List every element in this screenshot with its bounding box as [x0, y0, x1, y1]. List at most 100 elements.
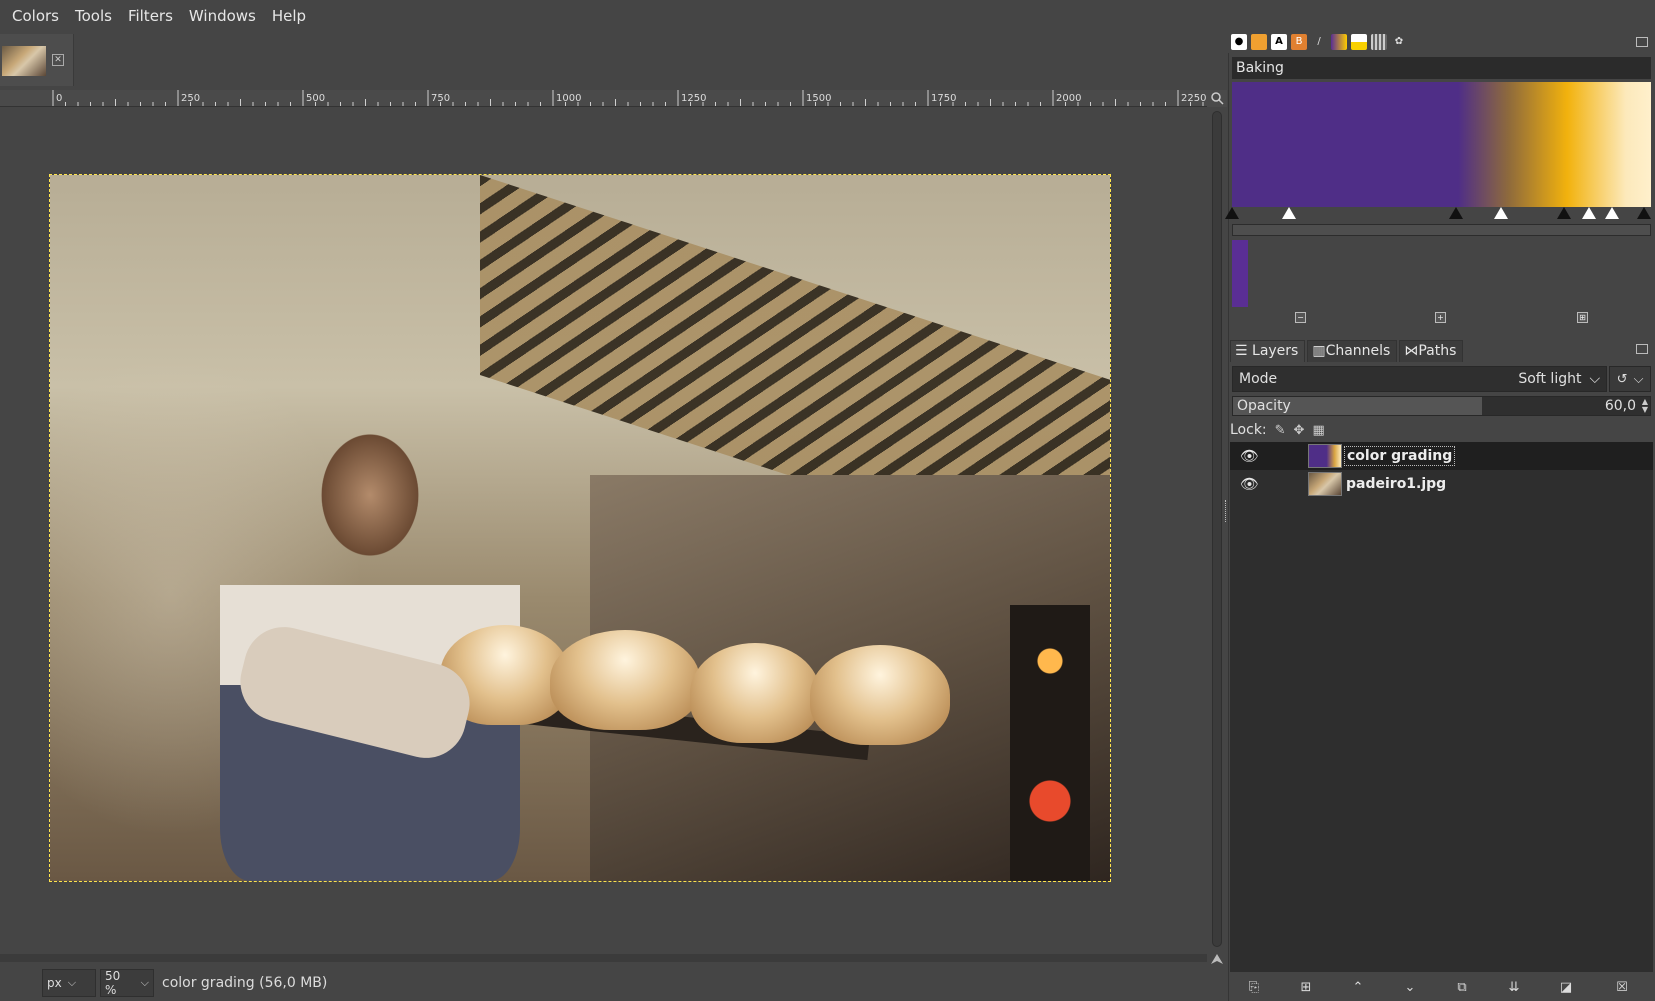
layers-list: 👁 color grading 👁 padeiro1.jpg: [1230, 442, 1653, 972]
layer-name[interactable]: color grading: [1344, 446, 1456, 466]
ruler-label: 250: [181, 93, 200, 104]
dock-resize-handle[interactable]: [1225, 500, 1228, 522]
horizontal-scrollbar[interactable]: [0, 951, 1207, 965]
unit-value: px: [47, 976, 62, 990]
font-tab-icon[interactable]: A: [1271, 34, 1287, 50]
dock-menu-icon[interactable]: [1636, 344, 1648, 354]
lower-layer-icon[interactable]: ⌄: [1402, 980, 1418, 996]
layers-dock-tabs: ☰ Layers ▥Channels ⋈Paths: [1228, 338, 1655, 362]
zoom-all-icon[interactable]: ⊞: [1577, 312, 1588, 323]
lock-position-icon[interactable]: ✥: [1294, 423, 1305, 438]
horizontal-scroll-thumb[interactable]: [0, 954, 1207, 962]
lock-pixels-icon[interactable]: ✎: [1275, 423, 1286, 438]
menu-help[interactable]: Help: [264, 7, 314, 25]
brush-tab-icon[interactable]: ●: [1231, 34, 1247, 50]
menu-windows[interactable]: Windows: [181, 7, 264, 25]
palette-tab-icon[interactable]: [1351, 34, 1367, 50]
new-layer-icon[interactable]: ⎘: [1246, 980, 1262, 996]
histogram-tab-icon[interactable]: [1371, 34, 1387, 50]
delete-layer-icon[interactable]: ☒: [1614, 980, 1630, 996]
zoom-in-icon[interactable]: +: [1435, 312, 1446, 323]
raise-layer-icon[interactable]: ⌃: [1350, 980, 1366, 996]
tab-layers[interactable]: ☰ Layers: [1230, 340, 1306, 362]
horizontal-ruler: 0 250 500 750 1000 1250 1500 1750 2000 2250: [0, 90, 1207, 107]
layer-mode-select[interactable]: Mode Soft light ⌵: [1232, 366, 1608, 392]
dock-menu-icon[interactable]: [1636, 37, 1648, 47]
opacity-slider[interactable]: Opacity 60,0 ▲ ▼: [1232, 396, 1651, 416]
ruler-label: 0: [56, 93, 62, 104]
tab-paths-label: Paths: [1418, 343, 1457, 359]
chevron-down-icon: ⌵: [67, 976, 77, 989]
gradient-stop[interactable]: [1494, 207, 1508, 219]
layers-button-bar: ⎘ ⊞ ⌃ ⌄ ⧉ ⇊ ◪ ☒: [1230, 976, 1653, 1000]
lock-label: Lock:: [1230, 422, 1267, 438]
image-tab[interactable]: ✕: [0, 34, 74, 86]
merge-layer-icon[interactable]: ⇊: [1506, 980, 1522, 996]
gradient-tab-icon[interactable]: [1331, 34, 1347, 50]
dock-tabs-top: ● A B / ✿: [1228, 31, 1655, 53]
mode-label: Mode: [1239, 371, 1278, 387]
gradient-stop[interactable]: [1225, 207, 1239, 219]
tool-preset-tab-icon[interactable]: /: [1311, 34, 1327, 50]
opacity-value: 60,0: [1604, 398, 1636, 414]
zoom-lock-icon[interactable]: [1207, 90, 1227, 107]
new-group-icon[interactable]: ⊞: [1298, 980, 1314, 996]
gradient-stop[interactable]: [1637, 207, 1651, 219]
gradient-swatch[interactable]: [1232, 240, 1248, 307]
menu-tools[interactable]: Tools: [67, 7, 120, 25]
layer-name[interactable]: padeiro1.jpg: [1346, 476, 1446, 492]
ruler-label: 1750: [931, 93, 956, 104]
zoom-select[interactable]: 50 % ⌵: [100, 969, 154, 997]
chevron-down-icon: ⌵: [1589, 371, 1601, 387]
lock-alpha-icon[interactable]: ▦: [1312, 423, 1324, 438]
status-message: color grading (56,0 MB): [162, 975, 328, 991]
tab-paths[interactable]: ⋈Paths: [1399, 340, 1464, 362]
pattern-tab-icon[interactable]: [1251, 34, 1267, 50]
ruler-label: 2250: [1181, 93, 1206, 104]
ruler-label: 750: [431, 93, 450, 104]
opacity-label: Opacity: [1237, 398, 1291, 414]
photo-bread-loaf: [810, 645, 950, 745]
vertical-scroll-thumb[interactable]: [1212, 111, 1222, 947]
layer-mask-icon[interactable]: ◪: [1558, 980, 1574, 996]
menu-bar: Colors Tools Filters Windows Help: [0, 0, 1655, 31]
chevron-down-icon: ⌵: [140, 976, 149, 989]
document-tab-icon[interactable]: B: [1291, 34, 1307, 50]
zoom-value: 50 %: [105, 969, 121, 997]
vertical-scrollbar[interactable]: [1207, 107, 1227, 951]
composite-mode-button[interactable]: ↺ ⌵: [1609, 366, 1651, 392]
mode-value: Soft light: [1518, 371, 1582, 387]
gradient-stops[interactable]: [1225, 207, 1651, 221]
opacity-spinner-icon[interactable]: ▲ ▼: [1642, 398, 1648, 414]
gradient-preview[interactable]: [1232, 82, 1651, 207]
image-tab-thumbnail: [2, 46, 46, 76]
tab-channels[interactable]: ▥Channels: [1307, 340, 1398, 362]
layer-row[interactable]: 👁 padeiro1.jpg: [1230, 470, 1653, 498]
chevron-down-icon: ⌵: [1633, 371, 1644, 387]
gradient-midpoint[interactable]: [1449, 207, 1463, 219]
ruler-label: 1000: [556, 93, 581, 104]
navigate-icon[interactable]: [1207, 951, 1227, 965]
gradient-name[interactable]: Baking: [1232, 57, 1651, 79]
photo-baker: [220, 355, 520, 881]
gradient-stop[interactable]: [1605, 207, 1619, 219]
photo-bread-loaf: [690, 643, 820, 743]
layer-mode-row: Mode Soft light ⌵ ↺ ⌵: [1232, 366, 1651, 392]
gradient-buttons: − + ⊞: [1232, 312, 1651, 328]
dashboard-tab-icon[interactable]: ✿: [1391, 34, 1407, 50]
unit-select[interactable]: px ⌵: [42, 969, 96, 997]
gradient-scrollbar[interactable]: [1232, 224, 1651, 236]
ruler-label: 1500: [806, 93, 831, 104]
gradient-stop[interactable]: [1582, 207, 1596, 219]
gradient-stop[interactable]: [1282, 207, 1296, 219]
eye-icon[interactable]: 👁: [1240, 447, 1259, 465]
menu-colors[interactable]: Colors: [4, 7, 67, 25]
image-canvas[interactable]: [49, 174, 1111, 882]
duplicate-layer-icon[interactable]: ⧉: [1454, 980, 1470, 996]
layer-row[interactable]: 👁 color grading: [1230, 442, 1653, 470]
gradient-midpoint[interactable]: [1557, 207, 1571, 219]
eye-icon[interactable]: 👁: [1240, 475, 1259, 493]
zoom-out-icon[interactable]: −: [1295, 312, 1306, 323]
close-image-icon[interactable]: ✕: [52, 54, 64, 66]
menu-filters[interactable]: Filters: [120, 7, 181, 25]
